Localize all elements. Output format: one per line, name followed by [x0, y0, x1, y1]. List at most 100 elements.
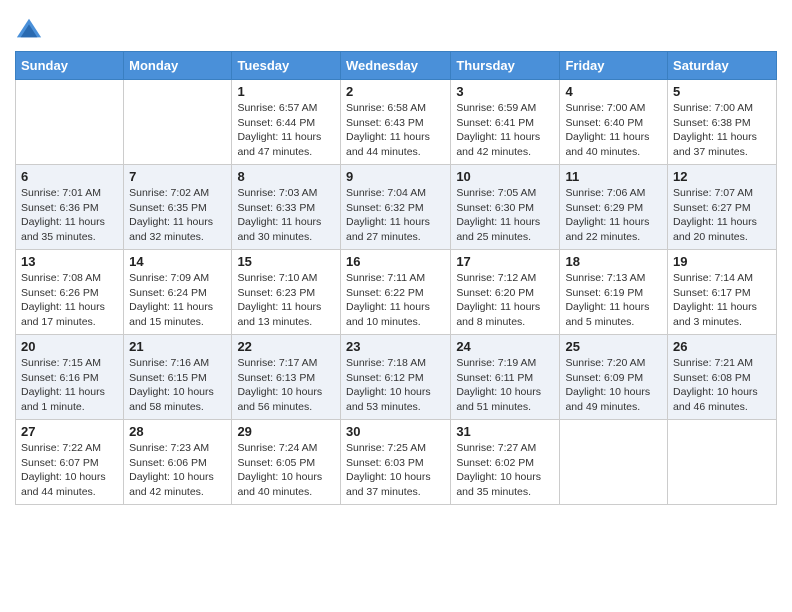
day-detail: Sunrise: 7:15 AM Sunset: 6:16 PM Dayligh… — [21, 356, 118, 415]
calendar-cell: 5 Sunrise: 7:00 AM Sunset: 6:38 PM Daylig… — [668, 80, 777, 165]
day-number: 18 — [565, 254, 662, 269]
calendar-cell: 21Sunrise: 7:16 AM Sunset: 6:15 PM Dayli… — [124, 335, 232, 420]
day-detail: Sunrise: 7:02 AM Sunset: 6:35 PM Dayligh… — [129, 186, 226, 245]
day-detail: Sunrise: 6:57 AM Sunset: 6:44 PM Dayligh… — [237, 101, 335, 160]
day-detail: Sunrise: 7:13 AM Sunset: 6:19 PM Dayligh… — [565, 271, 662, 330]
day-number: 9 — [346, 169, 445, 184]
calendar-cell: 3 Sunrise: 6:59 AM Sunset: 6:41 PM Daylig… — [451, 80, 560, 165]
day-detail: Sunrise: 7:24 AM Sunset: 6:05 PM Dayligh… — [237, 441, 335, 500]
day-number: 30 — [346, 424, 445, 439]
day-detail: Sunrise: 7:18 AM Sunset: 6:12 PM Dayligh… — [346, 356, 445, 415]
calendar-cell: 25 Sunrise: 7:20 AM Sunset: 6:09 PM Dayli… — [560, 335, 668, 420]
day-number: 25 — [565, 339, 662, 354]
day-number: 31 — [456, 424, 554, 439]
day-detail: Sunrise: 7:27 AM Sunset: 6:02 PM Dayligh… — [456, 441, 554, 500]
day-detail: Sunrise: 7:17 AM Sunset: 6:13 PM Dayligh… — [237, 356, 335, 415]
day-detail: Sunrise: 7:23 AM Sunset: 6:06 PM Dayligh… — [129, 441, 226, 500]
day-number: 6 — [21, 169, 118, 184]
day-number: 17 — [456, 254, 554, 269]
day-number: 10 — [456, 169, 554, 184]
weekday-header-saturday: Saturday — [668, 52, 777, 80]
day-number: 11 — [565, 169, 662, 184]
calendar-cell: 1 Sunrise: 6:57 AM Sunset: 6:44 PM Daylig… — [232, 80, 341, 165]
calendar-cell: 13 Sunrise: 7:08 AM Sunset: 6:26 PM Dayli… — [16, 250, 124, 335]
calendar-cell: 18 Sunrise: 7:13 AM Sunset: 6:19 PM Dayli… — [560, 250, 668, 335]
calendar-cell: 27 Sunrise: 7:22 AM Sunset: 6:07 PM Dayli… — [16, 420, 124, 505]
weekday-header-row: SundayMondayTuesdayWednesdayThursdayFrid… — [16, 52, 777, 80]
day-detail: Sunrise: 7:04 AM Sunset: 6:32 PM Dayligh… — [346, 186, 445, 245]
calendar-cell — [668, 420, 777, 505]
day-detail: Sunrise: 7:08 AM Sunset: 6:26 PM Dayligh… — [21, 271, 118, 330]
calendar-cell: 23 Sunrise: 7:18 AM Sunset: 6:12 PM Dayli… — [340, 335, 450, 420]
day-number: 19 — [673, 254, 771, 269]
calendar-cell: 8Sunrise: 7:03 AM Sunset: 6:33 PM Daylig… — [232, 165, 341, 250]
day-detail: Sunrise: 7:22 AM Sunset: 6:07 PM Dayligh… — [21, 441, 118, 500]
weekday-header-wednesday: Wednesday — [340, 52, 450, 80]
day-number: 23 — [346, 339, 445, 354]
day-detail: Sunrise: 7:00 AM Sunset: 6:40 PM Dayligh… — [565, 101, 662, 160]
logo-icon — [15, 15, 43, 43]
day-number: 20 — [21, 339, 118, 354]
calendar-cell: 15 Sunrise: 7:10 AM Sunset: 6:23 PM Dayli… — [232, 250, 341, 335]
calendar-cell: 20 Sunrise: 7:15 AM Sunset: 6:16 PM Dayli… — [16, 335, 124, 420]
calendar-cell: 28 Sunrise: 7:23 AM Sunset: 6:06 PM Dayli… — [124, 420, 232, 505]
day-number: 28 — [129, 424, 226, 439]
day-detail: Sunrise: 7:01 AM Sunset: 6:36 PM Dayligh… — [21, 186, 118, 245]
day-number: 1 — [237, 84, 335, 99]
day-detail: Sunrise: 7:11 AM Sunset: 6:22 PM Dayligh… — [346, 271, 445, 330]
day-detail: Sunrise: 7:21 AM Sunset: 6:08 PM Dayligh… — [673, 356, 771, 415]
calendar-cell: 14Sunrise: 7:09 AM Sunset: 6:24 PM Dayli… — [124, 250, 232, 335]
day-detail: Sunrise: 7:25 AM Sunset: 6:03 PM Dayligh… — [346, 441, 445, 500]
day-number: 16 — [346, 254, 445, 269]
calendar-cell: 4 Sunrise: 7:00 AM Sunset: 6:40 PM Daylig… — [560, 80, 668, 165]
weekday-header-monday: Monday — [124, 52, 232, 80]
day-number: 13 — [21, 254, 118, 269]
day-number: 22 — [237, 339, 335, 354]
day-number: 4 — [565, 84, 662, 99]
day-detail: Sunrise: 7:20 AM Sunset: 6:09 PM Dayligh… — [565, 356, 662, 415]
calendar-week-row: 13 Sunrise: 7:08 AM Sunset: 6:26 PM Dayli… — [16, 250, 777, 335]
day-number: 24 — [456, 339, 554, 354]
calendar-cell — [560, 420, 668, 505]
calendar-cell — [124, 80, 232, 165]
day-detail: Sunrise: 7:14 AM Sunset: 6:17 PM Dayligh… — [673, 271, 771, 330]
day-number: 29 — [237, 424, 335, 439]
calendar-cell: 31 Sunrise: 7:27 AM Sunset: 6:02 PM Dayli… — [451, 420, 560, 505]
day-detail: Sunrise: 7:00 AM Sunset: 6:38 PM Dayligh… — [673, 101, 771, 160]
day-detail: Sunrise: 7:12 AM Sunset: 6:20 PM Dayligh… — [456, 271, 554, 330]
day-detail: Sunrise: 7:19 AM Sunset: 6:11 PM Dayligh… — [456, 356, 554, 415]
day-detail: Sunrise: 6:59 AM Sunset: 6:41 PM Dayligh… — [456, 101, 554, 160]
weekday-header-thursday: Thursday — [451, 52, 560, 80]
weekday-header-tuesday: Tuesday — [232, 52, 341, 80]
day-detail: Sunrise: 7:03 AM Sunset: 6:33 PM Dayligh… — [237, 186, 335, 245]
day-detail: Sunrise: 7:06 AM Sunset: 6:29 PM Dayligh… — [565, 186, 662, 245]
calendar-cell: 2 Sunrise: 6:58 AM Sunset: 6:43 PM Daylig… — [340, 80, 450, 165]
day-detail: Sunrise: 7:07 AM Sunset: 6:27 PM Dayligh… — [673, 186, 771, 245]
calendar-page: SundayMondayTuesdayWednesdayThursdayFrid… — [0, 0, 792, 520]
day-number: 15 — [237, 254, 335, 269]
calendar-cell: 10Sunrise: 7:05 AM Sunset: 6:30 PM Dayli… — [451, 165, 560, 250]
calendar-cell: 12 Sunrise: 7:07 AM Sunset: 6:27 PM Dayli… — [668, 165, 777, 250]
calendar-cell: 22 Sunrise: 7:17 AM Sunset: 6:13 PM Dayli… — [232, 335, 341, 420]
calendar-cell: 26Sunrise: 7:21 AM Sunset: 6:08 PM Dayli… — [668, 335, 777, 420]
calendar-cell: 24 Sunrise: 7:19 AM Sunset: 6:11 PM Dayli… — [451, 335, 560, 420]
weekday-header-sunday: Sunday — [16, 52, 124, 80]
day-detail: Sunrise: 7:10 AM Sunset: 6:23 PM Dayligh… — [237, 271, 335, 330]
day-number: 5 — [673, 84, 771, 99]
day-detail: Sunrise: 7:16 AM Sunset: 6:15 PM Dayligh… — [129, 356, 226, 415]
calendar-week-row: 20 Sunrise: 7:15 AM Sunset: 6:16 PM Dayli… — [16, 335, 777, 420]
calendar-cell: 29 Sunrise: 7:24 AM Sunset: 6:05 PM Dayli… — [232, 420, 341, 505]
weekday-header-friday: Friday — [560, 52, 668, 80]
day-number: 3 — [456, 84, 554, 99]
calendar-cell: 30 Sunrise: 7:25 AM Sunset: 6:03 PM Dayli… — [340, 420, 450, 505]
calendar-table: SundayMondayTuesdayWednesdayThursdayFrid… — [15, 51, 777, 505]
day-number: 27 — [21, 424, 118, 439]
calendar-cell: 16 Sunrise: 7:11 AM Sunset: 6:22 PM Dayli… — [340, 250, 450, 335]
calendar-cell: 19 Sunrise: 7:14 AM Sunset: 6:17 PM Dayli… — [668, 250, 777, 335]
calendar-cell: 6 Sunrise: 7:01 AM Sunset: 6:36 PM Daylig… — [16, 165, 124, 250]
day-number: 2 — [346, 84, 445, 99]
day-detail: Sunrise: 6:58 AM Sunset: 6:43 PM Dayligh… — [346, 101, 445, 160]
day-number: 14 — [129, 254, 226, 269]
day-number: 12 — [673, 169, 771, 184]
calendar-week-row: 27 Sunrise: 7:22 AM Sunset: 6:07 PM Dayli… — [16, 420, 777, 505]
